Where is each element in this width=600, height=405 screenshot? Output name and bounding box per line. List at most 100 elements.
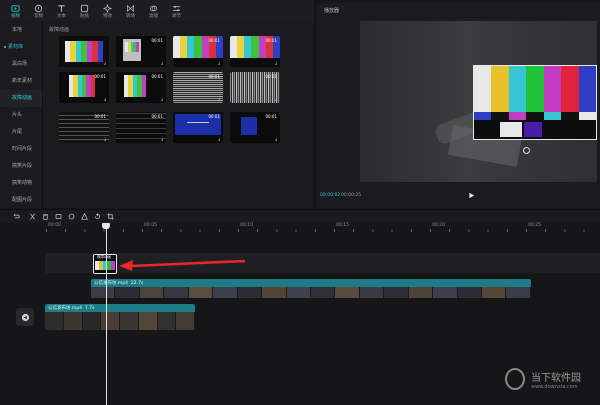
category-item[interactable]: 搞笑动物 [0, 175, 42, 192]
main-video-clip[interactable]: 公信发布坊.mp4 22.7s [91, 279, 531, 298]
download-icon: ⤓ [161, 136, 163, 141]
freeze-button[interactable] [52, 211, 65, 223]
tab-sticker[interactable]: 贴纸 [73, 0, 96, 21]
playhead[interactable] [106, 223, 107, 405]
overlay-clip-label: 故障动画 [97, 255, 111, 259]
asset-tile[interactable]: ⤓ [59, 36, 109, 67]
mirror-button[interactable] [78, 211, 91, 223]
reverse-button[interactable] [65, 211, 78, 223]
rotate-icon [95, 213, 100, 219]
category-item[interactable]: 片尾 [0, 124, 42, 141]
rotate-handle-icon[interactable] [523, 147, 530, 154]
delete-button[interactable] [39, 211, 52, 223]
playhead-handle[interactable] [102, 223, 110, 229]
download-icon: ⤓ [275, 96, 277, 101]
asset-tile[interactable]: 00:01 ⤓ [230, 36, 280, 67]
delete-icon [43, 214, 48, 220]
download-icon: ⤓ [218, 96, 220, 101]
download-icon: ⤓ [104, 96, 106, 101]
freeze-icon [55, 214, 62, 219]
video-editor-app: 视频 音频 文本 贴纸 特效 转场 滤镜 调节 本地 素材库 黑白场 新年素材 … [0, 0, 600, 405]
watermark-url: www.downxia.com [531, 383, 578, 390]
category-item[interactable]: 新年素材 [0, 73, 42, 90]
timeline-toolbar [0, 209, 600, 223]
category-group-library[interactable]: 素材库 [0, 39, 42, 56]
sticker-icon [80, 4, 89, 13]
asset-tile[interactable]: 00:01 ⤓ [116, 36, 166, 67]
ruler-label: 00:20 [432, 223, 445, 228]
text-icon [58, 5, 65, 12]
split-icon [30, 213, 35, 220]
pointer-arrow-icon [119, 259, 246, 271]
watermark-text: 当下软件园 [531, 372, 581, 384]
audio-icon [34, 4, 43, 13]
undo-button[interactable] [10, 211, 23, 223]
tab-audio[interactable]: 音频 [27, 0, 50, 21]
media-toolbar: 视频 音频 文本 贴纸 特效 转场 滤镜 调节 [0, 0, 314, 21]
reverse-icon [68, 213, 75, 220]
category-list: 本地 素材库 黑白场 新年素材 故障动画 片头 片尾 时间片段 搞笑片段 搞笑动… [0, 21, 42, 208]
split-button[interactable] [26, 211, 39, 223]
current-time: 00:00:02 [320, 193, 341, 198]
asset-tile[interactable]: 00:01 ⤓ [116, 72, 166, 103]
watermark: 当下软件园 www.downxia.com [505, 368, 581, 390]
download-icon: ⤓ [218, 60, 220, 65]
cover-button[interactable] [16, 308, 34, 326]
ruler-label: 00:10 [240, 223, 253, 228]
asset-tile[interactable]: 00:01 ⤓ [173, 36, 223, 67]
player-viewport[interactable] [360, 21, 597, 182]
category-item[interactable]: 片头 [0, 107, 42, 124]
tab-filter[interactable]: 滤镜 [142, 0, 165, 21]
player-panel: 播放器 00:00:02 00:00:25 [317, 2, 600, 208]
download-icon: ⤓ [104, 136, 106, 141]
asset-tile[interactable]: 00:01 ⤓ [173, 72, 223, 103]
asset-tile[interactable]: 00:01 ⤓ [59, 112, 109, 143]
asset-grid: 故障动画 ⤓ 00:01 ⤓ 00:01 ⤓ 00:01 ⤓ 00:01 ⤓ 0… [42, 21, 314, 208]
player-title: 播放器 [324, 8, 340, 14]
asset-section-title: 故障动画 [49, 27, 70, 33]
ruler-label: 00:05 [144, 223, 157, 228]
asset-tile[interactable]: 00:01 ⤓ [116, 112, 166, 143]
download-icon: ⤓ [275, 136, 277, 141]
download-icon: ⤓ [218, 136, 220, 141]
category-item[interactable]: 配图片段 [0, 192, 42, 209]
overlay-clip[interactable]: 故障动画 [93, 254, 117, 274]
crop-button[interactable] [104, 211, 117, 223]
download-icon: ⤓ [275, 60, 277, 65]
play-icon[interactable] [468, 192, 475, 199]
asset-tile[interactable]: 00:01 ⤓ [230, 112, 280, 143]
total-time: 00:00:25 [341, 193, 362, 198]
category-item[interactable]: 黑白场 [0, 56, 42, 73]
mirror-icon [81, 213, 88, 220]
download-icon: ⤓ [104, 60, 106, 65]
main-clip-name: 公信发布坊.mp4 22.7s [94, 281, 144, 286]
secondary-video-clip[interactable]: 公信发布坊.mp4 7.7s [45, 304, 195, 330]
download-icon: ⤓ [161, 96, 163, 101]
category-item[interactable]: 搞笑片段 [0, 158, 42, 175]
tab-adjust[interactable]: 调节 [165, 0, 188, 21]
crop-icon [107, 213, 114, 220]
asset-tile[interactable]: 00:01 ⤓ [173, 112, 223, 143]
ruler-label: 00:25 [528, 223, 541, 228]
cover-icon [21, 313, 29, 321]
asset-tile[interactable]: 00:01 ⤓ [59, 72, 109, 103]
tab-text[interactable]: 文本 [50, 0, 73, 21]
secondary-clip-name: 公信发布坊.mp4 7.7s [48, 306, 95, 311]
video-icon [11, 5, 20, 12]
tab-effects[interactable]: 特效 [96, 0, 119, 21]
ruler-label: 00:15 [336, 223, 349, 228]
category-item[interactable]: 时间片段 [0, 141, 42, 158]
ruler-label: 00:00 [48, 223, 61, 228]
watermark-logo-icon [505, 368, 525, 390]
rotate-button[interactable] [91, 211, 104, 223]
transition-icon [126, 5, 135, 12]
tab-transition[interactable]: 转场 [119, 0, 142, 21]
asset-tile[interactable]: 00:01 ⤓ [230, 72, 280, 103]
filter-icon [149, 5, 158, 12]
category-item-active[interactable]: 故障动画 [0, 90, 42, 107]
category-local[interactable]: 本地 [0, 22, 42, 39]
tab-video[interactable]: 视频 [4, 0, 27, 21]
overlay-clip-preview[interactable] [473, 65, 597, 140]
undo-icon [13, 213, 20, 219]
time-ruler[interactable]: 00:00 00:05 00:10 00:15 00:20 00:25 [0, 223, 600, 232]
